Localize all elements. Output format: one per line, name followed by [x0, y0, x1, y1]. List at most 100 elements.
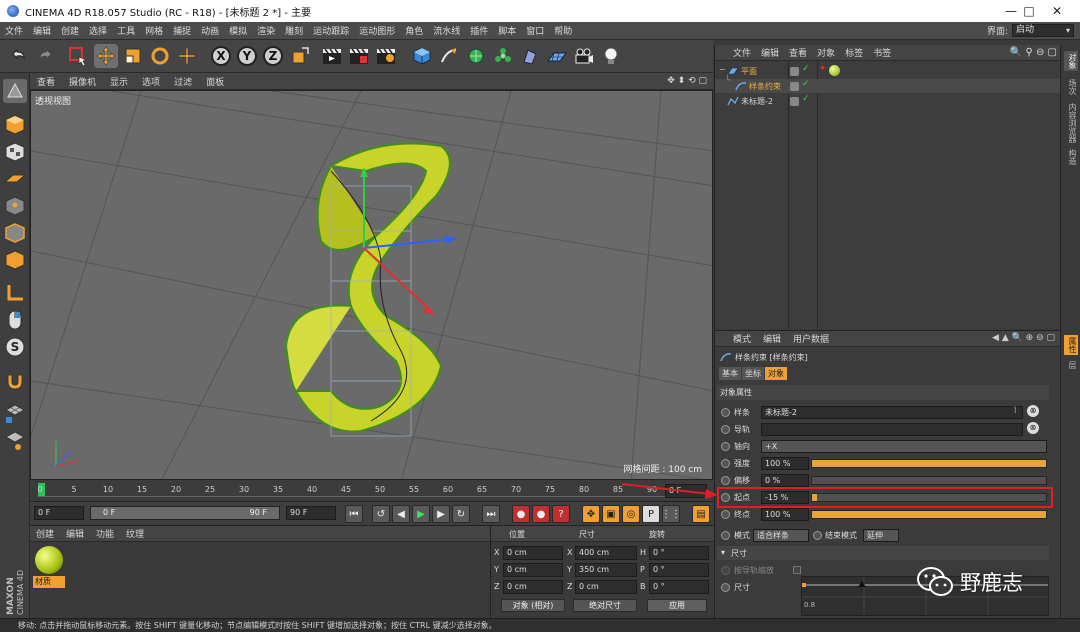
menu-file[interactable]: 文件 — [0, 24, 28, 37]
viewport-menu-panel[interactable]: 面板 — [199, 75, 231, 88]
texture-mode-button[interactable] — [3, 140, 27, 164]
along-rail-radio[interactable] — [721, 566, 730, 575]
material-tag-icon[interactable] — [829, 65, 840, 76]
mode-radio[interactable] — [721, 531, 730, 540]
object-row-spline[interactable]: 未标题-2 ✓ — [715, 94, 1061, 108]
perspective-viewport[interactable]: 透视视图 网格间距 : 100 cm — [30, 90, 713, 480]
edges-mode-button[interactable] — [3, 221, 27, 245]
material-menu-edit[interactable]: 编辑 — [60, 527, 90, 540]
menu-window[interactable]: 窗口 — [521, 24, 549, 37]
polygons-mode-button[interactable] — [3, 248, 27, 272]
rotate-tool-button[interactable] — [148, 44, 172, 68]
live-select-button[interactable] — [66, 44, 90, 68]
start-slider[interactable] — [811, 493, 1047, 502]
tab-layers-vertical[interactable]: 层 — [1064, 361, 1078, 369]
x-axis-button[interactable]: X — [209, 44, 233, 68]
link-target-icon[interactable]: ⊗ — [1027, 405, 1039, 417]
previous-frame-button[interactable]: ◀ — [392, 505, 410, 523]
end-field[interactable]: 100 % — [761, 508, 809, 521]
planar-workplane-button[interactable] — [3, 429, 27, 453]
size-section-header[interactable]: ▾ 尺寸 — [717, 546, 1049, 560]
menu-character[interactable]: 角色 — [400, 24, 428, 37]
viewport-menu-camera[interactable]: 摄像机 — [62, 75, 103, 88]
menu-select[interactable]: 选择 — [84, 24, 112, 37]
size-z-field[interactable]: 0 cm — [575, 580, 637, 594]
rot-b-field[interactable]: 0 ° — [649, 580, 709, 594]
z-axis-button[interactable]: Z — [261, 44, 285, 68]
end-mode-select[interactable]: 延伸 — [863, 529, 899, 542]
tab-object[interactable]: 对象 — [765, 367, 787, 380]
tab-objects-vertical[interactable]: 对象 — [1064, 51, 1078, 71]
end-mode-radio[interactable] — [813, 531, 822, 540]
size-curve-radio[interactable] — [721, 583, 730, 592]
along-rail-checkbox[interactable] — [793, 566, 801, 574]
render-settings-button[interactable] — [374, 44, 398, 68]
om-menu-tags[interactable]: 标签 — [840, 46, 868, 59]
size-x-field[interactable]: 400 cm — [575, 546, 637, 560]
axis-mode-button[interactable] — [3, 281, 27, 305]
viewport-menu-view[interactable]: 查看 — [30, 75, 62, 88]
expand-toggle[interactable]: − — [719, 65, 726, 74]
offset-radio[interactable] — [721, 476, 730, 485]
tab-coordinates[interactable]: 坐标 — [742, 367, 764, 380]
go-to-start-button[interactable]: ⏮ — [345, 505, 363, 523]
lock-workplane-button[interactable] — [3, 402, 27, 426]
cube-object-button[interactable] — [410, 44, 434, 68]
spline-radio[interactable] — [721, 408, 730, 417]
frame-range-slider[interactable]: 0 F 90 F — [90, 506, 280, 520]
material-menu-texture[interactable]: 纹理 — [120, 527, 150, 540]
next-frame-button[interactable]: ▶ — [432, 505, 450, 523]
start-slider-handle[interactable] — [812, 494, 817, 501]
deformer-button[interactable] — [518, 44, 542, 68]
autokey-button[interactable]: ● — [532, 505, 550, 523]
interface-select[interactable]: 启动 — [1012, 24, 1074, 37]
coordinate-system-button[interactable] — [288, 44, 312, 68]
strength-slider[interactable] — [811, 459, 1047, 468]
am-menu-edit[interactable]: 编辑 — [757, 332, 787, 345]
model-mode-button[interactable] — [3, 113, 27, 137]
om-menu-edit[interactable]: 编辑 — [756, 46, 784, 59]
menu-render[interactable]: 渲染 — [252, 24, 280, 37]
subdivision-surface-button[interactable] — [464, 44, 488, 68]
menu-snap[interactable]: 捕捉 — [168, 24, 196, 37]
tweak-mode-button[interactable] — [3, 308, 27, 332]
render-to-picture-viewer-button[interactable] — [347, 44, 371, 68]
spline-link-field[interactable]: 未标题-2 — [761, 406, 1023, 419]
size-mode-select[interactable]: 绝对尺寸 — [573, 599, 637, 612]
am-nav-icons[interactable]: ◀ ▲ 🔍 ⊕ ⊖ ▢ — [992, 333, 1055, 343]
om-menu-file[interactable]: 文件 — [715, 46, 756, 59]
viewport-menu-display[interactable]: 显示 — [103, 75, 135, 88]
layer-tag-icon[interactable] — [790, 82, 799, 91]
y-axis-button[interactable]: Y — [235, 44, 259, 68]
am-menu-mode[interactable]: 模式 — [715, 332, 757, 345]
visibility-check-icon[interactable]: ✓ — [802, 64, 810, 74]
om-menu-bookmarks[interactable]: 书签 — [868, 46, 896, 59]
points-mode-button[interactable] — [3, 194, 27, 218]
object-row-plane[interactable]: − 平面 ✓ ✦ — [715, 64, 1061, 78]
start-frame-field[interactable]: 0 F — [34, 506, 84, 520]
spline-pen-button[interactable] — [437, 44, 461, 68]
undo-button[interactable] — [6, 44, 30, 68]
axis-select[interactable]: +X — [761, 440, 1047, 453]
render-view-button[interactable] — [320, 44, 344, 68]
play-button[interactable]: ▶ — [412, 505, 430, 523]
menu-create[interactable]: 创建 — [56, 24, 84, 37]
end-radio[interactable] — [721, 510, 730, 519]
rail-radio[interactable] — [721, 425, 730, 434]
om-search-icons[interactable]: 🔍 ⚲ ⊖ ▢ — [1010, 47, 1057, 58]
menu-simulate[interactable]: 模拟 — [224, 24, 252, 37]
am-menu-user-data[interactable]: 用户数据 — [787, 332, 835, 345]
menu-tools[interactable]: 工具 — [112, 24, 140, 37]
offset-field[interactable]: 0 % — [761, 474, 809, 487]
next-key-button[interactable]: ↻ — [452, 505, 470, 523]
rail-link-field[interactable] — [761, 423, 1023, 436]
start-radio[interactable] — [721, 493, 730, 502]
light-button[interactable] — [599, 44, 623, 68]
menu-mograph[interactable]: 运动图形 — [354, 24, 400, 37]
key-scale-button[interactable]: ▣ — [602, 505, 620, 523]
layer-tag-icon[interactable] — [790, 97, 799, 106]
viewport-menu-filter[interactable]: 过滤 — [167, 75, 199, 88]
viewport-menu-options[interactable]: 选项 — [135, 75, 167, 88]
menu-help[interactable]: 帮助 — [549, 24, 577, 37]
end-slider[interactable] — [811, 510, 1047, 519]
